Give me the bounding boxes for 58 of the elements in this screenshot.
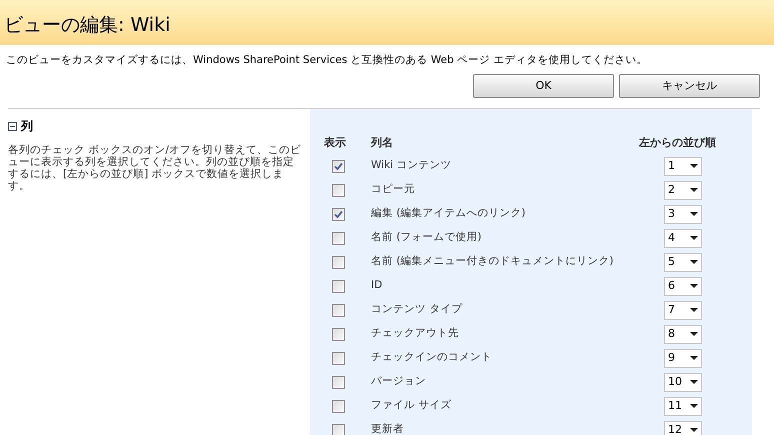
order-dropdown[interactable]: 2 <box>664 180 702 200</box>
caret-icon <box>690 356 698 360</box>
column-name: ID <box>371 278 384 294</box>
checkbox[interactable] <box>332 184 345 196</box>
column-header: 表示 <box>324 135 347 152</box>
checkbox[interactable] <box>332 280 345 292</box>
order-dropdown[interactable]: 8 <box>664 324 702 344</box>
order-dropdown[interactable]: 3 <box>664 204 702 224</box>
caret-icon <box>690 164 698 168</box>
caret-icon <box>690 236 698 240</box>
order-dropdown[interactable]: 11 <box>664 396 702 416</box>
column-name: チェックアウト先 <box>371 326 460 342</box>
column-name: コピー元 <box>371 182 416 198</box>
checkbox[interactable] <box>332 328 345 340</box>
column-name: 編集 (編集アイテムへのリンク) <box>371 206 527 222</box>
caret-icon <box>690 284 698 288</box>
order-dropdown[interactable]: 9 <box>664 348 702 368</box>
notice-text: このビューをカスタマイズするには、Windows SharePoint Services と互換性のある Web ページ エディタを使用してください。 <box>5 53 648 67</box>
ok-button[interactable]: OK <box>473 74 614 98</box>
caret-icon <box>690 332 698 336</box>
column-name: バージョン <box>371 374 427 390</box>
order-dropdown[interactable]: 6 <box>664 276 702 296</box>
cancel-button[interactable]: キャンセル <box>619 74 760 98</box>
caret-icon <box>690 428 698 432</box>
column-name: Wiki コンテンツ <box>371 158 452 174</box>
checkbox[interactable] <box>332 232 345 244</box>
column-name: 名前 (編集メニュー付きのドキュメントにリンク) <box>371 254 615 270</box>
caret-icon <box>690 380 698 384</box>
checkbox[interactable] <box>332 208 345 220</box>
column-name: コンテンツ タイプ <box>371 302 464 318</box>
column-name: ファイル サイズ <box>371 398 452 414</box>
column-header: 左からの並び順 <box>639 135 716 152</box>
caret-icon <box>690 308 698 312</box>
column-name: 名前 (フォームで使用) <box>371 230 483 246</box>
checkbox[interactable] <box>332 352 345 364</box>
checkbox[interactable] <box>332 424 345 435</box>
order-dropdown[interactable]: 1 <box>664 156 702 176</box>
order-dropdown[interactable]: 4 <box>664 228 702 248</box>
order-dropdown[interactable]: 5 <box>664 252 702 272</box>
order-dropdown[interactable]: 10 <box>664 372 702 392</box>
checkbox[interactable] <box>332 400 345 412</box>
column-header: 列名 <box>371 135 394 152</box>
caret-icon <box>690 404 698 408</box>
checkbox[interactable] <box>332 256 345 268</box>
checkbox[interactable] <box>332 160 345 172</box>
caret-icon <box>690 260 698 264</box>
column-name: チェックインのコメント <box>371 350 493 366</box>
checkbox[interactable] <box>332 376 345 388</box>
collapse-icon[interactable] <box>8 122 17 130</box>
page-title: ビューの編集: Wiki <box>4 14 172 36</box>
section-description: 各列のチェック ボックスのオン/オフを切り替えて、このビューに表示する列を選択してください。列の並び順を指定するには、[左からの並び順] ボックスで数値を選択します。 <box>8 144 302 192</box>
order-dropdown[interactable]: 12 <box>664 420 702 435</box>
column-name: 更新者 <box>371 422 405 435</box>
caret-icon <box>690 212 698 216</box>
caret-icon <box>690 188 698 192</box>
checkbox[interactable] <box>332 304 345 316</box>
section-title: 列 <box>21 118 33 135</box>
order-dropdown[interactable]: 7 <box>664 300 702 320</box>
